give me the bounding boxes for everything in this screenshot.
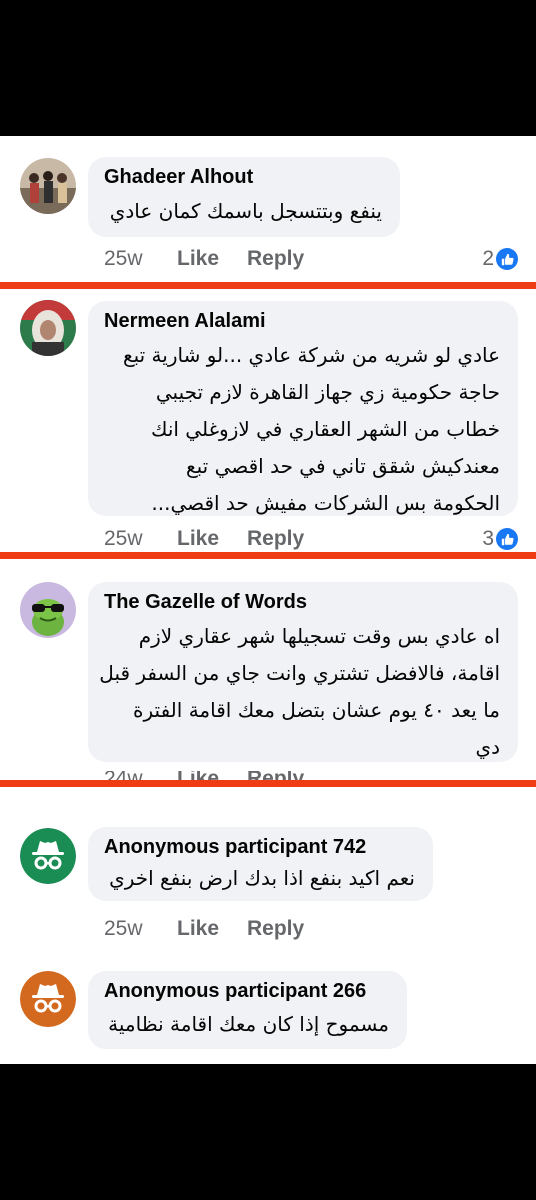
comment-actions: 25w Like Reply	[104, 524, 304, 554]
comment-author[interactable]: The Gazelle of Words	[104, 591, 307, 614]
comment-line: ما يعد ٤٠ يوم عشان بتضل معك اقامة الفترة	[133, 698, 500, 722]
comment-time[interactable]: 25w	[104, 247, 177, 271]
separator-line	[0, 282, 536, 289]
comment-time[interactable]: 25w	[104, 527, 177, 551]
comment-line: خطاب من الشهر العقاري في لازوغلي انك	[150, 417, 500, 441]
comment-text: اه عادي بس وقت تسجيلها شهر عقاري لازم اق…	[99, 618, 500, 766]
thumbs-up-icon	[496, 248, 518, 270]
reaction-count[interactable]: 3	[482, 524, 518, 554]
comment-line: حاجة حكومية زي جهاز القاهرة لازم تجيبي	[155, 380, 500, 404]
comments-screenshot: Ghadeer Alhout ينفع وبتتسجل باسمك كمان ع…	[0, 136, 536, 1064]
comment-text: مسموح إذا كان معك اقامة نظامية	[108, 1006, 389, 1043]
like-button[interactable]: Like	[177, 527, 247, 551]
comment-actions: 25w Like Reply	[104, 914, 304, 944]
comment-line: نعم اكيد بنفع اذا بدك ارض بنفع اخري	[109, 866, 415, 890]
reaction-number: 3	[482, 527, 494, 550]
comment-bubble: Nermeen Alalami عادي لو شريه من شركة عاد…	[88, 301, 518, 516]
comment-text: ينفع وبتتسجل باسمك كمان عادي	[110, 193, 382, 230]
comment-text: نعم اكيد بنفع اذا بدك ارض بنفع اخري	[109, 860, 415, 897]
avatar[interactable]	[20, 158, 76, 214]
comment-actions: 25w Like Reply	[104, 244, 304, 274]
avatar[interactable]	[20, 582, 76, 638]
comment-bubble: Anonymous participant 742 نعم اكيد بنفع …	[88, 827, 433, 901]
separator-line	[0, 780, 536, 787]
reaction-count[interactable]: 2	[482, 244, 518, 274]
avatar[interactable]	[20, 300, 76, 356]
comment-author[interactable]: Ghadeer Alhout	[104, 166, 253, 189]
person-photo-avatar-icon	[20, 300, 76, 356]
reply-button[interactable]: Reply	[247, 527, 304, 551]
separator-line	[0, 552, 536, 559]
reply-button[interactable]: Reply	[247, 917, 304, 941]
incognito-icon	[20, 828, 76, 884]
reply-button[interactable]: Reply	[247, 247, 304, 271]
comment-line: مسموح إذا كان معك اقامة نظامية	[108, 1012, 389, 1036]
comment-author[interactable]: Anonymous participant 742	[104, 836, 366, 859]
incognito-icon	[20, 971, 76, 1027]
comment-bubble: The Gazelle of Words اه عادي بس وقت تسجي…	[88, 582, 518, 762]
comment-text: عادي لو شريه من شركة عادي ...لو شارية تب…	[123, 337, 500, 522]
avatar[interactable]	[20, 828, 76, 884]
like-button[interactable]: Like	[177, 247, 247, 271]
comment-line: الحكومة بس الشركات مفيش حد اقصي...	[151, 491, 500, 515]
thumbs-up-icon	[496, 528, 518, 550]
comment-line: معندكيش شقق تاني في حد اقصي تبع	[185, 454, 500, 478]
group-photo-avatar-icon	[20, 158, 76, 214]
comment-bubble: Ghadeer Alhout ينفع وبتتسجل باسمك كمان ع…	[88, 157, 400, 237]
avatar[interactable]	[20, 971, 76, 1027]
frog-avatar-icon	[20, 582, 76, 638]
comment-line: اه عادي بس وقت تسجيلها شهر عقاري لازم	[138, 624, 500, 648]
comment-author[interactable]: Anonymous participant 266	[104, 980, 366, 1003]
reaction-number: 2	[482, 247, 494, 270]
comment-line: اقامة، فالافضل تشتري وانت جاي من السفر ق…	[99, 661, 500, 685]
comment-time[interactable]: 25w	[104, 917, 177, 941]
comment-bubble: Anonymous participant 266 مسموح إذا كان …	[88, 971, 407, 1049]
comment-line: دي	[475, 735, 500, 759]
comment-author[interactable]: Nermeen Alalami	[104, 310, 266, 333]
like-button[interactable]: Like	[177, 917, 247, 941]
comment-line: ينفع وبتتسجل باسمك كمان عادي	[109, 199, 382, 223]
comment-line: عادي لو شريه من شركة عادي ...لو شارية تب…	[122, 343, 500, 367]
